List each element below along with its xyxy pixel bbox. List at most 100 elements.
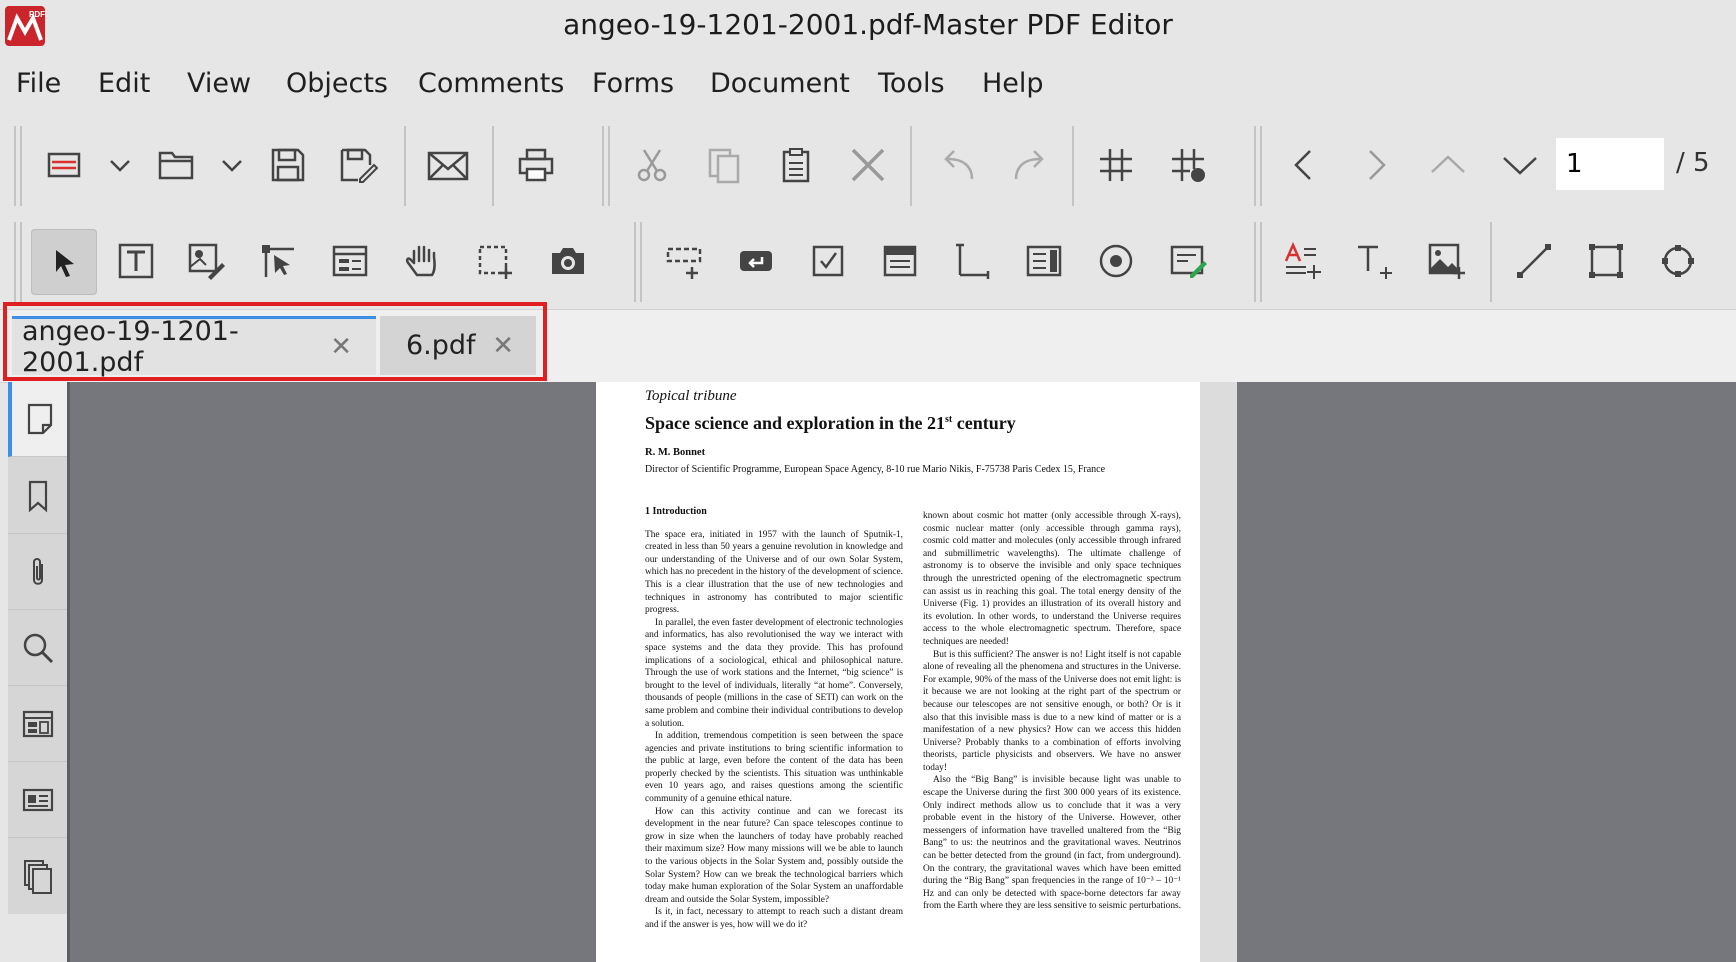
redo-icon[interactable] xyxy=(1000,135,1060,195)
email-icon[interactable] xyxy=(418,135,478,195)
toolbar-grip xyxy=(1260,222,1262,302)
add-image-icon[interactable] xyxy=(1416,231,1476,291)
select-object-icon[interactable] xyxy=(248,231,308,291)
menu-comments[interactable]: Comments xyxy=(418,68,564,99)
close-icon[interactable]: ✕ xyxy=(492,331,514,361)
attachments-icon[interactable] xyxy=(8,534,67,610)
toolbar-separator xyxy=(404,126,406,206)
layers-icon[interactable] xyxy=(8,686,67,762)
paper-kicker: Topical tribune xyxy=(645,388,737,404)
new-document-icon[interactable] xyxy=(34,135,94,195)
paragraph: The space era, initiated in 1957 with th… xyxy=(645,529,903,616)
menu-forms[interactable]: Forms xyxy=(592,68,674,99)
toolbar-grip xyxy=(14,222,16,302)
open-dropdown-icon[interactable] xyxy=(202,135,262,195)
toolbar-grip xyxy=(20,222,22,302)
tab-label: 6.pdf xyxy=(406,330,476,361)
next-page-icon[interactable] xyxy=(1346,135,1406,195)
title-bar: PDF angeo-19-1201-2001.pdf-Master PDF Ed… xyxy=(0,0,1736,56)
paragraph: known about cosmic hot matter (only acce… xyxy=(923,511,1181,647)
toolbar-grip xyxy=(1260,126,1262,206)
paper-column-left: 1 Introduction The space era, initiated … xyxy=(645,506,903,932)
save-icon[interactable] xyxy=(258,135,318,195)
pages-icon[interactable] xyxy=(8,838,67,913)
toolbar-grip xyxy=(602,126,604,206)
polygon-tool-icon[interactable] xyxy=(1648,231,1708,291)
open-folder-icon[interactable] xyxy=(146,135,206,195)
add-text-icon[interactable] xyxy=(1344,231,1404,291)
menu-edit[interactable]: Edit xyxy=(98,68,150,99)
signatures-icon[interactable] xyxy=(8,762,67,838)
toolbar-grip xyxy=(14,126,16,206)
menu-tools[interactable]: Tools xyxy=(878,68,945,99)
delete-icon[interactable] xyxy=(838,135,898,195)
previous-page-icon[interactable] xyxy=(1274,135,1334,195)
hand-tool-icon[interactable] xyxy=(392,231,452,291)
paragraph: Is it, in fact, necessary to attempt to … xyxy=(645,907,903,930)
form-object-icon[interactable] xyxy=(320,231,380,291)
print-icon[interactable] xyxy=(506,135,566,195)
marquee-select-icon[interactable] xyxy=(464,231,524,291)
tab-6-pdf[interactable]: 6.pdf ✕ xyxy=(380,316,536,375)
toolbar-separator xyxy=(1490,222,1492,302)
button-field-icon[interactable] xyxy=(726,231,786,291)
edit-object-icon[interactable] xyxy=(176,231,236,291)
checkbox-field-icon[interactable] xyxy=(798,231,858,291)
paragraph: Also the “Big Bang” is invisible because… xyxy=(923,775,1181,912)
toolbar-grip xyxy=(20,126,22,206)
section-heading: 1 Introduction xyxy=(645,506,707,517)
main-toolbar xyxy=(0,120,1736,212)
paper-title-end: century xyxy=(952,413,1016,433)
list-field-icon[interactable] xyxy=(870,231,930,291)
first-page-icon[interactable] xyxy=(1418,135,1478,195)
menu-bar: File Edit View Objects Comments Forms Do… xyxy=(0,62,1736,114)
left-sidebar xyxy=(8,382,67,914)
menu-document[interactable]: Document xyxy=(710,68,850,99)
snapshot-icon[interactable] xyxy=(538,231,598,291)
pdf-page[interactable]: Topical tribune Space science and explor… xyxy=(596,382,1200,962)
copy-icon[interactable] xyxy=(694,135,754,195)
select-tool-icon[interactable] xyxy=(31,229,97,295)
bookmarks-icon[interactable] xyxy=(8,458,67,534)
combobox-field-icon[interactable] xyxy=(942,231,1002,291)
last-page-icon[interactable] xyxy=(1490,135,1550,195)
tab-label: angeo-19-1201-2001.pdf xyxy=(22,316,239,378)
listbox-field-icon[interactable] xyxy=(1014,231,1074,291)
signature-field-icon[interactable] xyxy=(1158,231,1218,291)
add-text-annotation-icon[interactable] xyxy=(1272,231,1332,291)
new-dropdown-icon[interactable] xyxy=(90,135,150,195)
paper-title-main: Space science and exploration in the 21 xyxy=(645,413,945,433)
paragraph: In addition, tremendous competition is s… xyxy=(645,731,903,805)
snap-to-grid-icon[interactable] xyxy=(1158,135,1218,195)
document-tab-bar: angeo-19-1201-2001.pdf ✕ 6.pdf ✕ xyxy=(0,309,1736,383)
radio-field-icon[interactable] xyxy=(1086,231,1146,291)
page-thumbnails-icon[interactable] xyxy=(8,382,67,457)
toolbar-grip xyxy=(640,222,642,302)
toolbar-separator xyxy=(1072,126,1074,206)
cut-icon[interactable] xyxy=(622,135,682,195)
text-field-icon[interactable] xyxy=(654,231,714,291)
tools-toolbar xyxy=(0,216,1736,308)
window-title: angeo-19-1201-2001.pdf-Master PDF Editor xyxy=(563,8,1173,41)
page-number-input[interactable] xyxy=(1556,138,1664,190)
line-tool-icon[interactable] xyxy=(1504,231,1564,291)
rectangle-tool-icon[interactable] xyxy=(1576,231,1636,291)
toolbar-separator xyxy=(910,126,912,206)
menu-file[interactable]: File xyxy=(16,68,61,99)
tab-angeo-19-1201-2001[interactable]: angeo-19-1201-2001.pdf ✕ xyxy=(12,316,376,378)
toolbar-grip xyxy=(1254,222,1256,302)
close-icon[interactable]: ✕ xyxy=(330,332,352,362)
save-as-icon[interactable] xyxy=(328,135,388,195)
toolbar-grip xyxy=(634,222,636,302)
menu-objects[interactable]: Objects xyxy=(286,68,388,99)
search-icon[interactable] xyxy=(8,610,67,686)
paragraph: How can this activity continue and can w… xyxy=(645,806,903,905)
undo-icon[interactable] xyxy=(928,135,988,195)
edit-text-icon[interactable] xyxy=(106,231,166,291)
toolbar-grip xyxy=(1254,126,1256,206)
grid-icon[interactable] xyxy=(1086,135,1146,195)
menu-view[interactable]: View xyxy=(187,68,251,99)
toolbar-grip xyxy=(608,126,610,206)
menu-help[interactable]: Help xyxy=(982,68,1044,99)
paste-icon[interactable] xyxy=(766,135,826,195)
